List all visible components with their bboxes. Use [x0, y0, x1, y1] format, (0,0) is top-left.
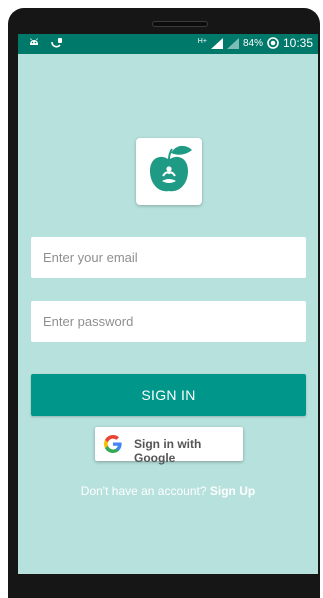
- phone-speaker: [152, 21, 208, 27]
- status-right-info: H+ 84% 10:35: [198, 36, 313, 50]
- apple-meditation-logo-icon: [150, 145, 192, 192]
- android-icon: [30, 38, 38, 45]
- google-g-icon: [104, 435, 122, 453]
- status-left-icons: [28, 37, 64, 49]
- status-bar: H+ 84% 10:35: [18, 34, 318, 54]
- clock: 10:35: [282, 36, 313, 50]
- notification-icon: [51, 38, 62, 48]
- google-sign-in-button[interactable]: Sign in with Google: [95, 427, 243, 465]
- google-sign-in-label: Sign in with Google: [134, 437, 202, 465]
- signal-weak-icon: [226, 37, 239, 49]
- signup-prompt: Don't have an account? Sign Up: [18, 484, 318, 498]
- signal-icon: [210, 37, 223, 49]
- app-logo: [136, 138, 202, 205]
- email-field[interactable]: [31, 237, 306, 278]
- sign-up-link[interactable]: Sign Up: [210, 484, 255, 498]
- app-screen: H+ 84% 10:35 SIGN IN: [18, 34, 318, 574]
- sign-in-button[interactable]: SIGN IN: [31, 374, 306, 416]
- network-type: H+: [197, 38, 207, 45]
- signup-prompt-text: Don't have an account?: [80, 484, 207, 498]
- battery-saver-icon: [267, 37, 279, 49]
- battery-percent: 84%: [242, 37, 263, 49]
- password-field[interactable]: [31, 301, 306, 342]
